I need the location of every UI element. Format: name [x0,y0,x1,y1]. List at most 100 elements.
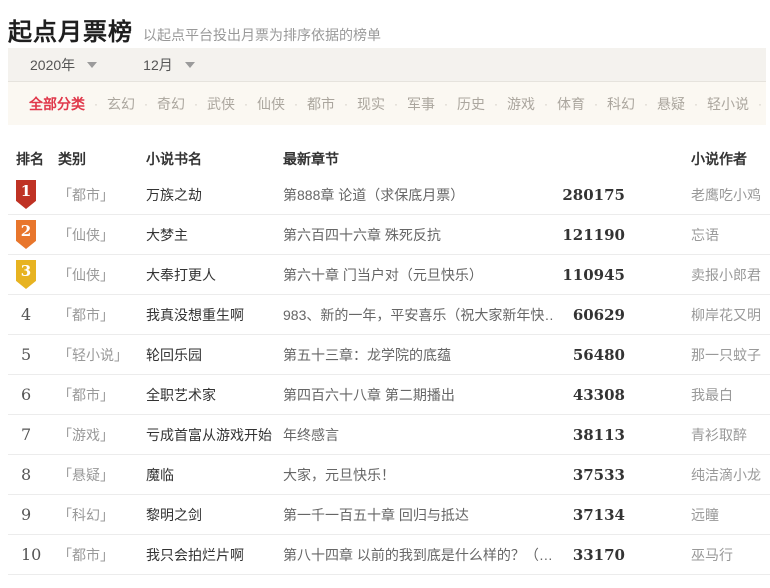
rank-number: 6 [21,385,32,404]
ticket-count: 43308 [572,385,625,404]
rank-badge: 1 [16,180,36,209]
author-link[interactable]: 远瞳 [625,505,770,525]
rank-cell: 5 5 [8,345,58,364]
latest-chapter-link[interactable]: 第四百六十八章 第二期播出 [283,385,555,405]
latest-chapter-link[interactable]: 第八十四章 以前的我到底是什么样的？（… [283,545,555,565]
category-cell: 「仙侠」 [58,226,114,243]
table-row[interactable]: 9 9 「科幻」 黎明之剑 第一千一百五十章 回归与抵达 37134 远瞳 [8,495,770,535]
table-body: 1 1 「都市」 万族之劫 第888章 论道（求保底月票） 280175 老鹰吃… [8,175,770,575]
category-tab[interactable]: 游戏 [498,94,544,114]
category-cell: 「都市」 [58,306,114,323]
page-header: 起点月票榜 以起点平台投出月票为排序依据的榜单 [0,0,770,48]
ticket-count: 280175 [562,185,625,204]
book-title-link[interactable]: 全职艺术家 [146,385,283,405]
rank-number: 9 [21,505,32,524]
author-link[interactable]: 青衫取醉 [625,425,770,445]
table-row[interactable]: 10 10 「都市」 我只会拍烂片啊 第八十四章 以前的我到底是什么样的？（… … [8,535,770,575]
author-link[interactable]: 那一只蚊子 [625,345,770,365]
rank-number: 8 [21,465,32,484]
rank-cell: 10 10 [8,545,58,564]
latest-chapter-link[interactable]: 第六十章 门当户对（元旦快乐） [283,265,555,285]
book-title-link[interactable]: 我真没想重生啊 [146,305,283,325]
latest-chapter-link[interactable]: 第六百四十六章 殊死反抗 [283,225,555,245]
author-link[interactable]: 老鹰吃小鸡 [625,185,770,205]
month-select[interactable]: 12月 [143,55,195,75]
category-tab[interactable]: 玄幻 [98,94,144,114]
table-row[interactable]: 7 7 「游戏」 亏成首富从游戏开始 年终感言 38113 青衫取醉 [8,415,770,455]
book-title-link[interactable]: 万族之劫 [146,185,283,205]
latest-chapter-link[interactable]: 983、新的一年，平安喜乐（祝大家新年快… [283,305,555,325]
category-tab[interactable]: VIP新作 [762,94,766,114]
author-link[interactable]: 柳岸花又明 [625,305,770,325]
table-row[interactable]: 4 4 「都市」 我真没想重生啊 983、新的一年，平安喜乐（祝大家新年快… 6… [8,295,770,335]
latest-chapter-link[interactable]: 年终感言 [283,425,555,445]
table-row[interactable]: 8 8 「悬疑」 魔临 大家，元旦快乐！ 37533 纯洁滴小龙 [8,455,770,495]
category-tab[interactable]: 悬疑 [648,94,694,114]
table-row[interactable]: 3 3 「仙侠」 大奉打更人 第六十章 门当户对（元旦快乐） 110945 卖报… [8,255,770,295]
category-tab[interactable]: 都市 [298,94,344,114]
category-tab[interactable]: 仙侠 [248,94,294,114]
category-tab[interactable]: 科幻 [598,94,644,114]
year-select-value: 2020年 [30,56,76,73]
category-tab[interactable]: 奇幻 [148,94,194,114]
category-tabs: 全部分类 · 玄幻 · 奇幻 · 武侠 · 仙侠 · 都市 · 现实 · 军事 · 历史 · 游戏 · 体育 · 科幻 · 悬疑… [8,82,766,125]
rank-number: 5 [21,345,32,364]
book-title-link[interactable]: 黎明之剑 [146,505,283,525]
book-title-link[interactable]: 我只会拍烂片啊 [146,545,283,565]
rank-cell: 9 9 [8,505,58,524]
category-cell: 「悬疑」 [58,466,114,483]
rank-cell: 4 4 [8,305,58,324]
rank-cell: 6 6 [8,385,58,404]
rank-cell: 3 3 [8,260,58,289]
author-link[interactable]: 巫马行 [625,545,770,565]
category-cell: 「都市」 [58,186,114,203]
author-link[interactable]: 忘语 [625,225,770,245]
header-category: 类别 [58,151,86,167]
category-tab[interactable]: 全部分类 [20,94,94,114]
category-tab[interactable]: 现实 [348,94,394,114]
ticket-count: 60629 [572,305,625,324]
ticket-count: 56480 [572,345,625,364]
category-cell: 「仙侠」 [58,266,114,283]
header-author: 小说作者 [691,151,747,167]
category-tab[interactable]: 轻小说 [698,94,758,114]
latest-chapter-link[interactable]: 第一千一百五十章 回归与抵达 [283,505,555,525]
book-title-link[interactable]: 大奉打更人 [146,265,283,285]
latest-chapter-link[interactable]: 第五十三章：龙学院的底蕴 [283,345,555,365]
rank-number: 10 [21,545,42,564]
rank-number: 4 [21,305,32,324]
category-cell: 「游戏」 [58,426,114,443]
chevron-down-icon [184,61,195,68]
author-link[interactable]: 纯洁滴小龙 [625,465,770,485]
category-tab[interactable]: 武侠 [198,94,244,114]
month-select-value: 12月 [143,56,173,73]
author-link[interactable]: 我最白 [625,385,770,405]
header-book: 小说书名 [146,151,202,167]
header-chapter: 最新章节 [283,151,339,167]
rank-cell: 1 1 [8,180,58,209]
ticket-count: 110945 [562,265,625,284]
ticket-count: 37134 [572,505,625,524]
category-tab[interactable]: 军事 [398,94,444,114]
table-row[interactable]: 6 6 「都市」 全职艺术家 第四百六十八章 第二期播出 43308 我最白 [8,375,770,415]
year-select[interactable]: 2020年 [30,55,98,75]
rank-badge: 2 [16,220,36,249]
book-title-link[interactable]: 轮回乐园 [146,345,283,365]
rank-cell: 7 7 [8,425,58,444]
latest-chapter-link[interactable]: 大家，元旦快乐！ [283,465,555,485]
rank-number: 7 [21,425,32,444]
table-row[interactable]: 2 2 「仙侠」 大梦主 第六百四十六章 殊死反抗 121190 忘语 [8,215,770,255]
category-cell: 「都市」 [58,386,114,403]
category-tab[interactable]: 历史 [448,94,494,114]
table-header-row: 排名 类别 小说书名 最新章节 小说作者 [8,143,770,175]
category-cell: 「轻小说」 [58,346,128,363]
author-link[interactable]: 卖报小郎君 [625,265,770,285]
table-row[interactable]: 5 5 「轻小说」 轮回乐园 第五十三章：龙学院的底蕴 56480 那一只蚊子 [8,335,770,375]
table-row[interactable]: 1 1 「都市」 万族之劫 第888章 论道（求保底月票） 280175 老鹰吃… [8,175,770,215]
book-title-link[interactable]: 大梦主 [146,225,283,245]
book-title-link[interactable]: 魔临 [146,465,283,485]
book-title-link[interactable]: 亏成首富从游戏开始 [146,425,283,445]
latest-chapter-link[interactable]: 第888章 论道（求保底月票） [283,185,555,205]
filter-bar: 2020年 12月 [8,48,766,82]
category-tab[interactable]: 体育 [548,94,594,114]
